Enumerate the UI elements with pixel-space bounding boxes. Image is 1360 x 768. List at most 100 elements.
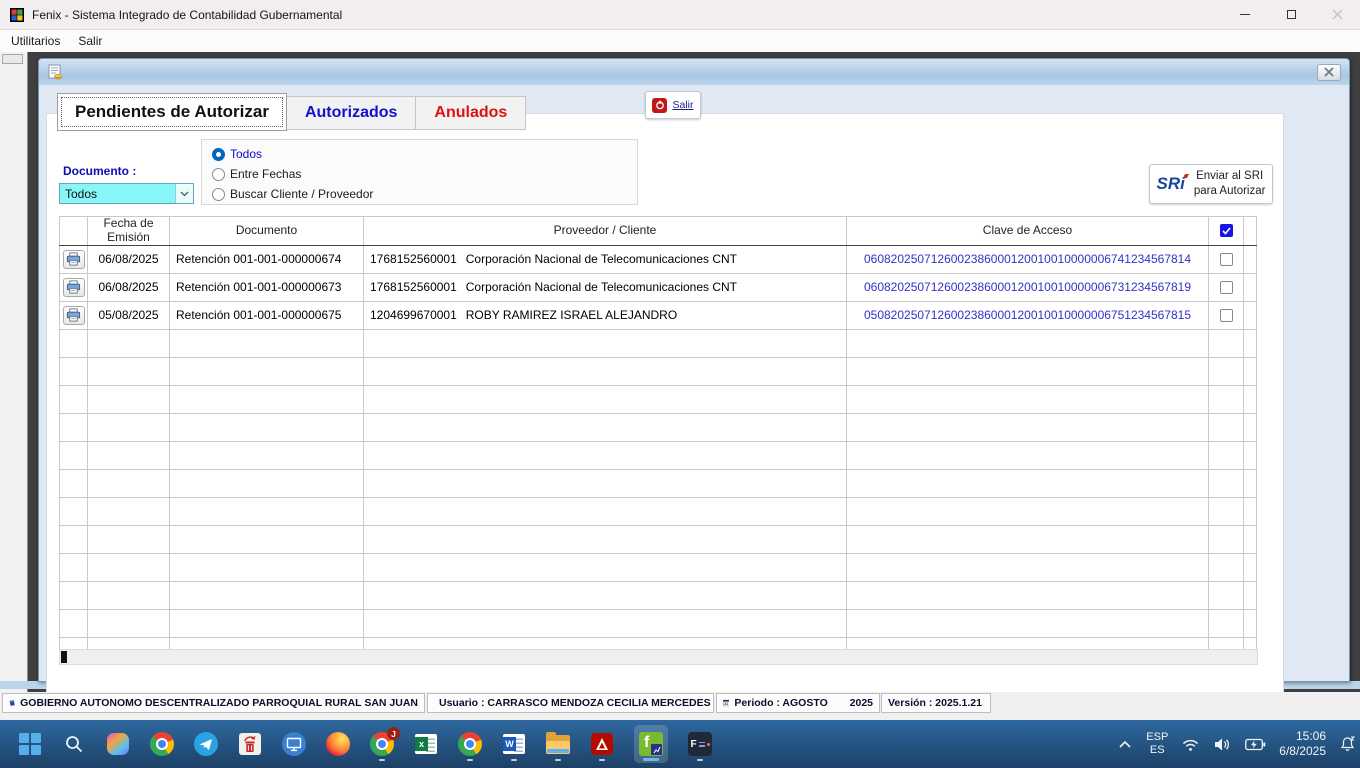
dialog-close-button[interactable] [1317, 64, 1341, 81]
cell-proveedor: 1204699670001ROBY RAMIREZ ISRAEL ALEJAND… [364, 301, 847, 329]
system-tray: ESP ES 15:06 6/8/2025 [1117, 720, 1356, 768]
taskbar-chrome[interactable] [150, 725, 174, 763]
taskbar-remote-desktop[interactable] [282, 725, 306, 763]
radio-todos-label: Todos [230, 147, 262, 161]
documento-label: Documento : [63, 164, 136, 178]
table-row[interactable]: 06/08/2025 Retención 001-001-000000673 1… [60, 273, 1257, 301]
dialog-body: Pendientes de Autorizar Autorizados Anul… [39, 85, 1349, 681]
table-header-row: Fecha de Emisión Documento Proveedor / C… [60, 217, 1257, 246]
table-empty-row [60, 469, 1257, 497]
print-button[interactable] [63, 278, 85, 297]
svg-text:31: 31 [724, 702, 728, 706]
table-empty-row [60, 441, 1257, 469]
taskbar-chrome-alt[interactable] [458, 725, 482, 763]
documento-dropdown-value: Todos [60, 184, 175, 203]
taskbar-telegram[interactable] [194, 725, 218, 763]
acrobat-icon [591, 733, 613, 755]
taskbar-recycle-bin[interactable] [238, 725, 262, 763]
menubar: Utilitarios Salir [0, 30, 1360, 52]
taskbar-word[interactable]: W [502, 725, 526, 763]
tray-clock[interactable]: 15:06 6/8/2025 [1279, 729, 1326, 759]
mdi-left-strip [0, 52, 28, 692]
maximize-button[interactable] [1268, 0, 1314, 29]
print-button[interactable] [63, 306, 85, 325]
cell-fecha: 05/08/2025 [88, 301, 170, 329]
tab-anulados[interactable]: Anulados [416, 96, 526, 130]
battery-icon[interactable] [1245, 738, 1266, 751]
radio-icon [212, 188, 225, 201]
dropdown-arrow-button[interactable] [175, 184, 193, 203]
tab-autorizados[interactable]: Autorizados [287, 96, 416, 130]
header-print [60, 217, 88, 246]
row-checkbox[interactable] [1220, 253, 1233, 266]
tray-chevron-up-icon[interactable] [1117, 739, 1133, 750]
report-icon [47, 64, 63, 80]
taskbar-fel-app[interactable]: F [688, 725, 712, 763]
statusbar: GOBIERNO AUTONOMO DESCENTRALIZADO PARROQ… [0, 692, 1360, 720]
table-empty-row [60, 385, 1257, 413]
taskbar-acrobat[interactable] [590, 725, 614, 763]
documents-table: Fecha de Emisión Documento Proveedor / C… [59, 216, 1258, 649]
documento-dropdown[interactable]: Todos [59, 183, 194, 204]
radio-buscar-label: Buscar Cliente / Proveedor [230, 187, 373, 201]
table-empty-row [60, 525, 1257, 553]
bell-dnd-icon[interactable] [1339, 736, 1356, 752]
tab-strip: Pendientes de Autorizar Autorizados Anul… [57, 93, 526, 133]
volume-icon[interactable] [1213, 737, 1232, 752]
file-explorer-icon [546, 735, 570, 754]
tab-pendientes[interactable]: Pendientes de Autorizar [57, 93, 287, 131]
cell-documento: Retención 001-001-000000674 [170, 245, 364, 273]
table-row[interactable]: 05/08/2025 Retención 001-001-000000675 1… [60, 301, 1257, 329]
table-row[interactable]: 06/08/2025 Retención 001-001-000000674 1… [60, 245, 1257, 273]
wifi-icon[interactable] [1181, 737, 1200, 752]
taskbar-fenix[interactable]: f [634, 725, 668, 763]
taskbar-excel[interactable]: x [414, 725, 438, 763]
close-icon [1324, 67, 1334, 77]
window-titlebar: Fenix - Sistema Integrado de Contabilida… [0, 0, 1360, 30]
close-icon [1332, 9, 1343, 20]
printer-icon [66, 308, 81, 322]
salir-button[interactable]: Salir [645, 91, 701, 119]
row-checkbox[interactable] [1220, 281, 1233, 294]
taskbar-firefox[interactable] [326, 725, 350, 763]
select-all-checkbox[interactable] [1220, 224, 1233, 237]
print-button[interactable] [63, 250, 85, 269]
menu-salir[interactable]: Salir [69, 32, 111, 50]
word-icon: W [503, 734, 525, 754]
status-entidad: GOBIERNO AUTONOMO DESCENTRALIZADO PARROQ… [2, 693, 425, 713]
recycle-bin-icon [239, 733, 261, 755]
header-filler [1244, 217, 1257, 246]
filter-groupbox: Todos Entre Fechas Buscar Cliente / Prov… [201, 139, 638, 205]
header-select-all[interactable] [1209, 217, 1244, 246]
window-title: Fenix - Sistema Integrado de Contabilida… [32, 8, 342, 22]
language-indicator[interactable]: ESP ES [1146, 731, 1168, 757]
minimize-button[interactable] [1222, 0, 1268, 29]
cell-fecha: 06/08/2025 [88, 273, 170, 301]
power-icon [652, 98, 667, 113]
profile-badge: J [387, 727, 400, 740]
row-checkbox[interactable] [1220, 309, 1233, 322]
radio-entre-fechas[interactable]: Entre Fechas [212, 164, 637, 184]
taskbar-copilot[interactable] [106, 725, 130, 763]
menu-utilitarios[interactable]: Utilitarios [2, 32, 69, 50]
table-empty-row [60, 581, 1257, 609]
enviar-sri-button[interactable]: SRi Enviar al SRI para Autorizar [1149, 164, 1273, 204]
taskbar-file-explorer[interactable] [546, 725, 570, 763]
taskbar-search[interactable] [62, 725, 86, 763]
taskbar-chrome-profile[interactable]: J [370, 725, 394, 763]
search-icon [64, 734, 84, 754]
radio-buscar-cliente[interactable]: Buscar Cliente / Proveedor [212, 184, 637, 204]
cell-proveedor: 1768152560001Corporación Nacional de Tel… [364, 273, 847, 301]
fel-app-icon: F [688, 732, 712, 756]
table-empty-row [60, 637, 1257, 649]
close-button[interactable] [1314, 0, 1360, 29]
book-icon [9, 696, 15, 710]
scrollbar-thumb[interactable] [61, 651, 67, 663]
mdi-scroll-button[interactable] [2, 54, 23, 64]
mdi-area: Pendientes de Autorizar Autorizados Anul… [0, 52, 1360, 692]
radio-icon [212, 168, 225, 181]
table-empty-row [60, 329, 1257, 357]
horizontal-scrollbar[interactable] [59, 649, 1258, 665]
start-button[interactable] [18, 725, 42, 763]
radio-todos[interactable]: Todos [212, 144, 637, 164]
